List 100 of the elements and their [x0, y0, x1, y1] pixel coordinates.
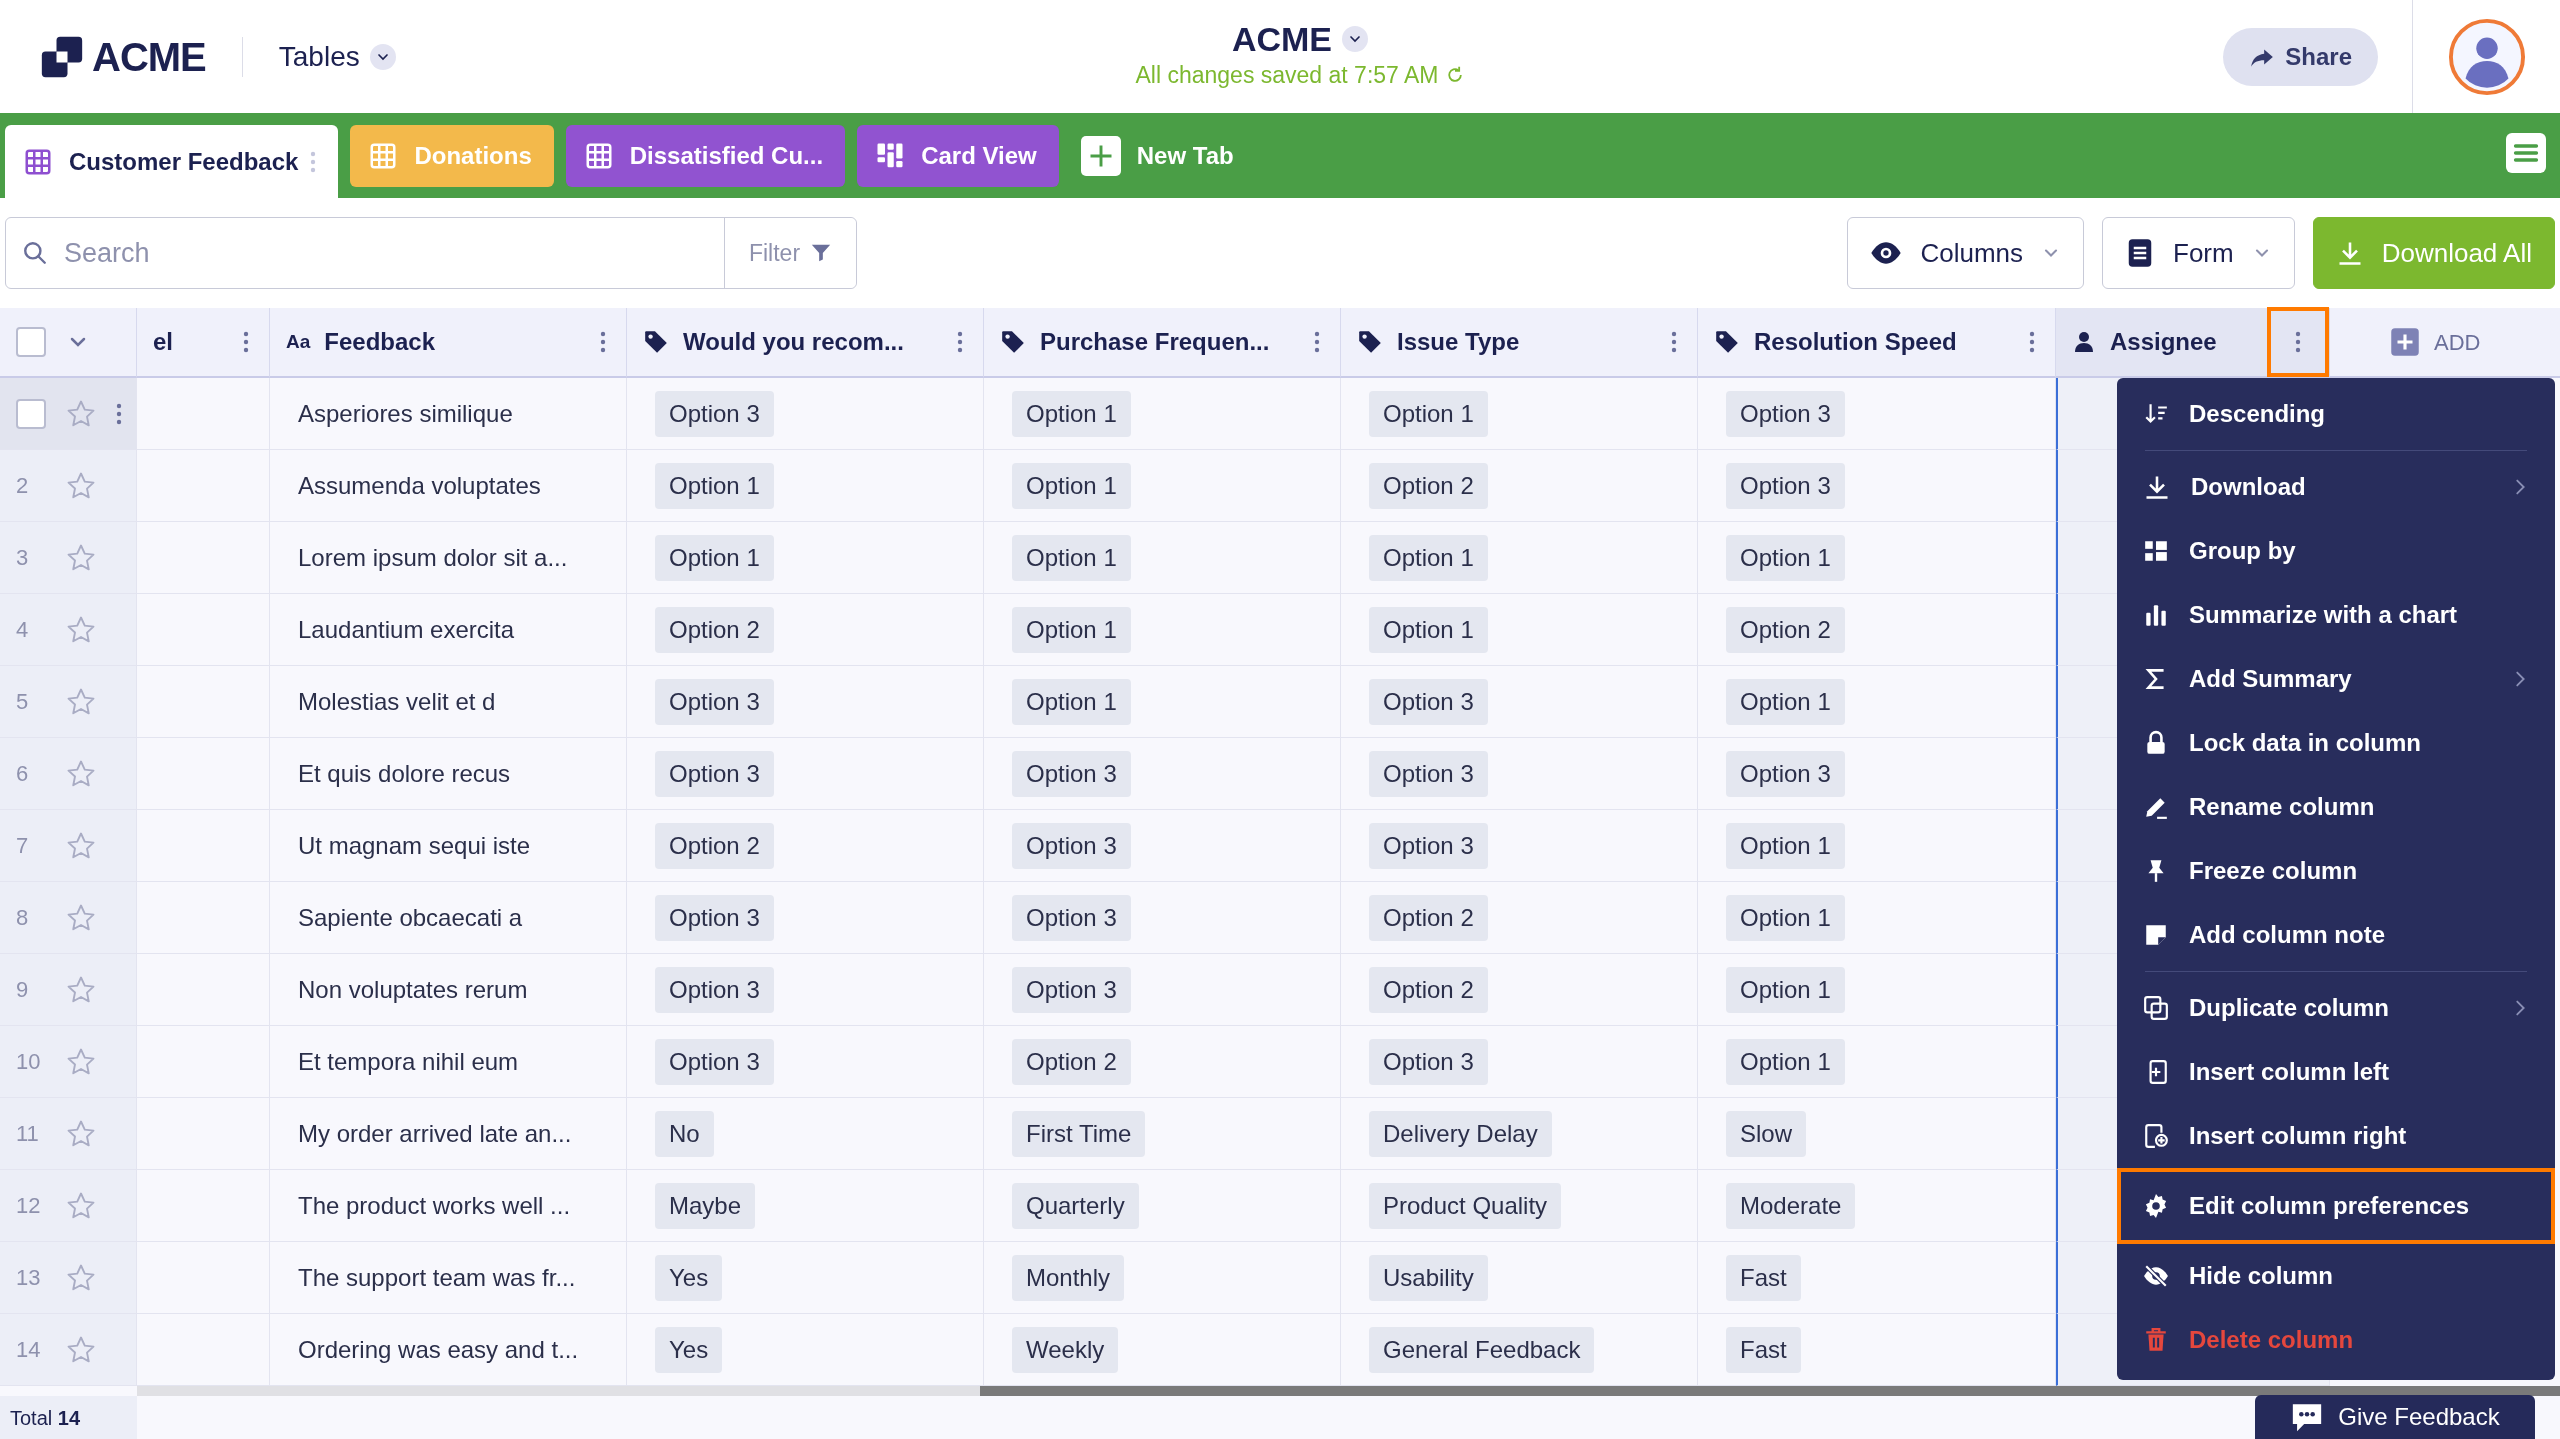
table-cell: The support team was fr... [270, 1242, 627, 1314]
kebab-icon [2029, 330, 2035, 354]
star-icon [66, 902, 96, 933]
menu-item[interactable]: Group by [2117, 519, 2555, 583]
menu-item[interactable]: Rename column [2117, 775, 2555, 839]
menu-item[interactable]: Duplicate column [2117, 976, 2555, 1040]
checkbox[interactable] [16, 398, 46, 429]
option-tag: Option 3 [1726, 462, 1845, 509]
kebab-icon [1314, 330, 1320, 354]
menu-button[interactable] [2506, 133, 2546, 173]
option-tag: Option 3 [655, 390, 774, 437]
table-cell: Lorem ipsum dolor sit a... [270, 522, 627, 594]
tab[interactable]: Dissatisfied Cu... [565, 125, 846, 187]
option-tag: Option 3 [1012, 750, 1131, 797]
row-number: 9 [16, 976, 30, 1004]
share-button[interactable]: Share [2223, 27, 2378, 86]
logo-icon [40, 34, 84, 79]
column-title: Would you recom... [683, 327, 905, 357]
table-cell: The product works well ... [270, 1170, 627, 1242]
star-button[interactable] [66, 1118, 96, 1149]
star-button[interactable] [66, 470, 96, 501]
star-button[interactable] [66, 974, 96, 1005]
menu-item[interactable]: Summarize with a chart [2117, 583, 2555, 647]
column-menu-button[interactable] [2267, 307, 2329, 377]
menu-item[interactable]: Add Summary [2117, 647, 2555, 711]
logo-text: ACME [92, 33, 206, 81]
kebab-icon [1671, 330, 1677, 354]
option-tag: Slow [1726, 1110, 1807, 1157]
option-tag: Monthly [1012, 1254, 1125, 1301]
option-tag: Product Quality [1369, 1182, 1562, 1229]
total-count: Total 14 [10, 1405, 81, 1431]
star-button[interactable] [66, 1334, 96, 1365]
tag-icon [1357, 329, 1383, 355]
option-tag: Option 2 [655, 606, 774, 653]
table-cell: Sapiente obcaecati a [270, 882, 627, 954]
option-tag: Option 1 [1012, 534, 1131, 581]
option-tag: Option 3 [655, 966, 774, 1013]
menu-item[interactable]: Descending [2117, 382, 2555, 446]
star-button[interactable] [66, 614, 96, 645]
menu-item[interactable]: Hide column [2117, 1244, 2555, 1308]
star-icon [66, 1334, 96, 1365]
tag-icon [1000, 329, 1026, 355]
star-icon [66, 974, 96, 1005]
option-tag: Option 2 [1369, 966, 1488, 1013]
star-button[interactable] [66, 830, 96, 861]
menu-item[interactable]: Lock data in column [2117, 711, 2555, 775]
row-number: 10 [16, 1048, 42, 1076]
tab[interactable]: Card View [857, 125, 1059, 187]
menu-item[interactable]: Freeze column [2117, 839, 2555, 903]
give-feedback-button[interactable]: Give Feedback [2255, 1395, 2535, 1439]
column-title: Issue Type [1397, 327, 1521, 357]
star-button[interactable] [66, 1190, 96, 1221]
star-button[interactable] [66, 902, 96, 933]
option-tag: Option 3 [1369, 678, 1488, 725]
star-button[interactable] [66, 542, 96, 573]
option-tag: Option 1 [1012, 678, 1131, 725]
menu-item[interactable]: Add column note [2117, 903, 2555, 967]
star-button[interactable] [66, 398, 96, 429]
add-column-button[interactable]: ADD [2390, 325, 2481, 359]
row-number: 4 [16, 616, 30, 644]
option-tag: Yes [655, 1326, 723, 1373]
option-tag: Yes [655, 1254, 723, 1301]
copy-icon [2143, 995, 2169, 1021]
menu-item[interactable]: Edit column preferences [2117, 1168, 2555, 1244]
table-cell: Ordering was easy and t... [270, 1314, 627, 1386]
option-tag: Option 1 [1012, 390, 1131, 437]
tab[interactable]: Customer Feedback [5, 125, 339, 198]
option-tag: Option 1 [1726, 966, 1845, 1013]
column-title: Assignee [2110, 327, 2218, 357]
star-button[interactable] [66, 758, 96, 789]
form-button[interactable]: Form [2102, 217, 2295, 289]
option-tag: Option 2 [1369, 894, 1488, 941]
eye-off-icon [2143, 1263, 2169, 1289]
option-tag: Option 3 [655, 750, 774, 797]
star-icon [66, 614, 96, 645]
menu-item[interactable]: Download [2117, 455, 2555, 519]
option-tag: Option 1 [1726, 534, 1845, 581]
star-button[interactable] [66, 686, 96, 717]
menu-item[interactable]: Insert column left [2117, 1040, 2555, 1104]
tables-menu[interactable]: Tables [278, 35, 396, 78]
star-icon [66, 1262, 96, 1293]
save-status: All changes saved at 7:57 AM [1135, 60, 1439, 90]
table-cell: Et quis dolore recus [270, 738, 627, 810]
group-icon [2143, 538, 2169, 564]
star-icon [66, 686, 96, 717]
option-tag: First Time [1012, 1110, 1146, 1157]
star-button[interactable] [66, 1262, 96, 1293]
menu-item[interactable]: Insert column right [2117, 1104, 2555, 1168]
text-type-icon: Aa [286, 327, 311, 357]
option-tag: Option 3 [1726, 390, 1845, 437]
option-tag: Delivery Delay [1369, 1110, 1552, 1157]
checkbox[interactable] [16, 327, 46, 357]
kebab-icon [310, 149, 317, 174]
option-tag: Option 1 [1369, 534, 1488, 581]
scrollbar-thumb[interactable] [980, 1386, 2560, 1396]
columns-button[interactable]: Columns [1847, 217, 2084, 289]
column-title: el [153, 327, 174, 357]
star-button[interactable] [66, 1046, 96, 1077]
bar-chart-icon [2143, 602, 2169, 628]
settings-icon [2143, 1193, 2169, 1219]
